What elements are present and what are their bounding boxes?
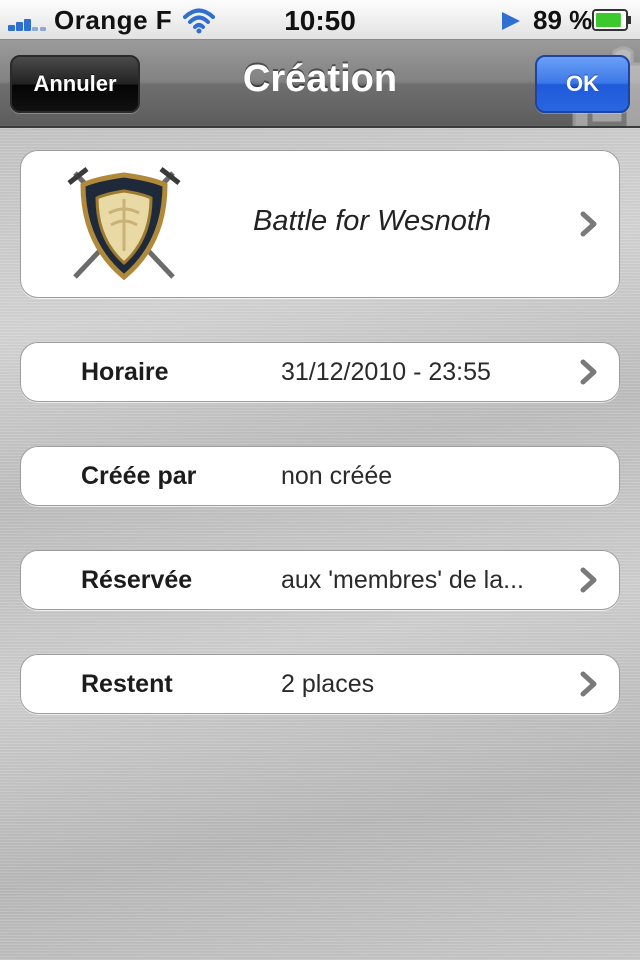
battery-percent: 89 %: [533, 5, 593, 35]
battery-icon: [592, 9, 631, 31]
game-selection-cell[interactable]: Battle for Wesnoth: [20, 150, 620, 298]
row-horaire[interactable]: Horaire 31/12/2010 - 23:55: [20, 342, 620, 402]
location-arrow-icon: [502, 12, 520, 30]
chevron-right-icon: [580, 359, 597, 385]
row-value: 2 places: [281, 670, 375, 698]
row-creee-par: Créée par non créée: [20, 446, 620, 506]
game-title: Battle for Wesnoth: [253, 205, 492, 237]
chevron-right-icon: [580, 211, 597, 237]
row-label: Créée par: [81, 462, 197, 490]
row-value: aux 'membres' de la...: [281, 566, 524, 594]
wesnoth-shield-logo: [67, 167, 181, 281]
chevron-right-icon: [580, 567, 597, 593]
navigation-bar: Annuler Création OK: [0, 40, 640, 128]
row-label: Restent: [81, 670, 173, 698]
row-value: 31/12/2010 - 23:55: [281, 358, 491, 386]
row-label: Réservée: [81, 566, 193, 594]
row-restent[interactable]: Restent 2 places: [20, 654, 620, 714]
row-label: Horaire: [81, 358, 169, 386]
row-reservee[interactable]: Réservée aux 'membres' de la...: [20, 550, 620, 610]
chevron-right-icon: [580, 671, 597, 697]
row-value: non créée: [281, 462, 393, 490]
form-content: Battle for Wesnoth Horaire 31/12/2010 - …: [0, 128, 640, 960]
status-bar: Orange F 10:50 89 %: [0, 0, 640, 40]
ok-button[interactable]: OK: [535, 55, 630, 113]
